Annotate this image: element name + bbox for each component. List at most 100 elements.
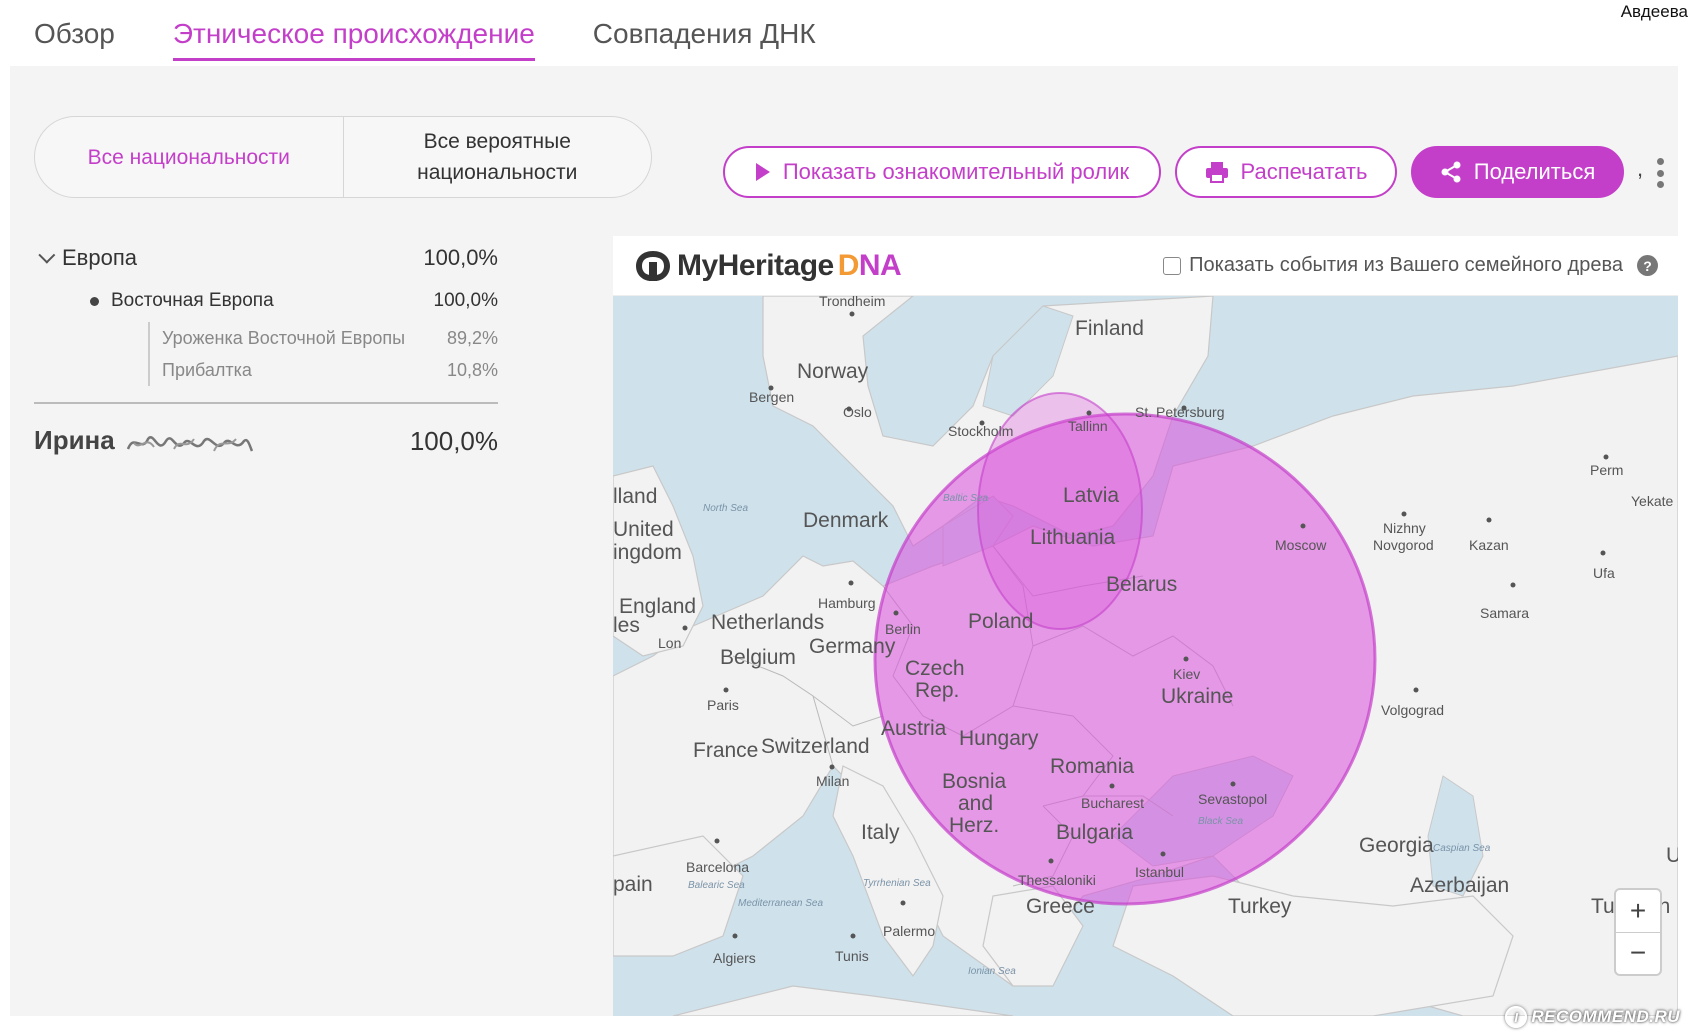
map-label-country: Belarus [1106, 573, 1177, 596]
breakdown-label: Прибалтка [162, 359, 252, 380]
share-button[interactable]: Поделиться [1411, 146, 1624, 198]
map-label-city: Yekate [1631, 493, 1674, 509]
map-label-country: Bosnia [942, 770, 1007, 793]
map-label-sea: North Sea [703, 503, 748, 514]
filter-probable-ethnicities[interactable]: Все вероятные национальности [344, 117, 652, 197]
user-name: Авдеева [1620, 2, 1688, 21]
ethnicity-filter-toggle: Все национальности Все вероятные национа… [34, 116, 652, 198]
subregion-breakdown: Уроженка Восточной Европы 89,2% Прибалтк… [148, 322, 498, 386]
region-label: Европа [62, 245, 137, 270]
logo-dna-text: DNA [837, 248, 902, 282]
zoom-out-button[interactable]: − [1616, 933, 1660, 975]
map-label-country: Herz. [949, 814, 999, 837]
map-label-country: Tu [1591, 895, 1615, 918]
map-label-sea: Caspian Sea [1433, 843, 1491, 854]
map-label-country: Denmark [803, 509, 889, 532]
breakdown-row: Уроженка Восточной Европы 89,2% [162, 322, 498, 354]
show-intro-video-button[interactable]: Показать ознакомительный ролик [723, 146, 1161, 198]
map-label-country: France [693, 739, 758, 762]
map-label-country: Rep. [915, 679, 959, 702]
tab-dna-matches[interactable]: Совпадения ДНК [593, 18, 816, 61]
map-label-sea: Baltic Sea [943, 493, 988, 504]
ethnicity-breakdown: Европа 100,0% Восточная Европа 100,0% Ур… [34, 240, 498, 468]
tree-events-label: Показать события из Вашего семейного дре… [1189, 254, 1623, 276]
map-label-country: Belgium [720, 646, 796, 669]
chevron-down-icon[interactable] [38, 246, 56, 264]
breakdown-value: 10,8% [446, 359, 498, 380]
map-label-country: Georgia [1359, 834, 1434, 857]
play-icon [755, 163, 770, 181]
map-label-country: Netherlands [711, 611, 824, 634]
map-label-sea: Balearic Sea [688, 880, 745, 891]
main-tabs: Обзор Этническое происхождение Совпадени… [34, 18, 816, 61]
map-label-city: Tallinn [1068, 418, 1108, 434]
share-icon [1441, 161, 1461, 183]
map-label-country: Czech [905, 657, 965, 680]
map-label-country: Bulgaria [1056, 821, 1133, 844]
map-label-country: Greece [1026, 895, 1095, 918]
map-label-city: Berlin [885, 621, 921, 637]
map-label-country: Lithuania [1030, 526, 1116, 549]
watermark-text: RECOMMEND.RU [1531, 1007, 1680, 1026]
map-label-country: Italy [861, 821, 900, 844]
map-label-country: Romania [1050, 755, 1134, 778]
map-label-sea: Black Sea [1198, 816, 1243, 827]
zoom-in-button[interactable]: + [1616, 890, 1660, 933]
logo-text: MyHeritage [677, 248, 834, 282]
map-label-city: Novgorod [1373, 537, 1434, 553]
breakdown-label: Уроженка Восточной Европы [162, 327, 406, 348]
map-label-sea: Ionian Sea [968, 966, 1016, 977]
map-label-city: Barcelona [686, 859, 749, 875]
map-label-city: Paris [707, 697, 739, 713]
map-label-city: Ufa [1593, 565, 1615, 581]
filter-all-ethnicities[interactable]: Все национальности [35, 117, 343, 197]
map-label-city: Volgograd [1381, 702, 1444, 718]
map-label-country: Finland [1075, 317, 1144, 340]
map-label-city: Thessaloniki [1018, 872, 1096, 888]
map-label-city: Istanbul [1135, 864, 1184, 880]
map-label-city: Oslo [843, 404, 872, 420]
map-label-city: Samara [1480, 605, 1529, 621]
map-label-country: Latvia [1063, 484, 1119, 507]
tab-ethnicity[interactable]: Этническое происхождение [172, 18, 535, 61]
myheritage-logo-icon [636, 250, 670, 281]
ethnicity-map-card: MyHeritage DNA Показать события из Вашег… [613, 236, 1678, 1016]
map-label-country: Turkey [1228, 895, 1292, 918]
map-label-city: Bergen [749, 389, 794, 405]
map-label-sea: Mediterranean Sea [738, 898, 823, 909]
person-total-value: 100,0% [409, 425, 498, 456]
map-label-country: Azerbaijan [1410, 874, 1509, 897]
more-options-icon[interactable] [1655, 158, 1665, 188]
map-label-country: les [613, 614, 640, 637]
help-icon[interactable]: ? [1637, 255, 1658, 276]
map-label-country: Hungary [959, 727, 1039, 750]
map-label-country: United [613, 518, 674, 541]
redacted-surname-scribble [126, 435, 254, 452]
watermark-icon: I [1505, 1006, 1528, 1028]
tree-events-checkbox[interactable] [1163, 256, 1182, 275]
map-label-city: Bucharest [1081, 795, 1144, 811]
map-label-country: pain [613, 873, 653, 896]
myheritage-logo: MyHeritage DNA [633, 248, 902, 284]
map-label-sea: Tyrrhenian Sea [863, 878, 931, 889]
map-zoom-controls: + − [1614, 888, 1662, 976]
comma-text: , [1637, 156, 1644, 181]
show-intro-video-label: Показать ознакомительный ролик [782, 159, 1130, 184]
region-europe-row[interactable]: Европа 100,0% [34, 240, 498, 276]
map-label-city: Trondheim [819, 296, 885, 309]
map-label-country: Norway [797, 360, 869, 383]
print-label: Распечатать [1240, 159, 1368, 184]
map-label-country: Poland [968, 610, 1033, 633]
map-label-country: Ukraine [1161, 685, 1233, 708]
ethnicity-map[interactable]: North Sea Baltic Sea Black Sea Caspian S… [613, 296, 1678, 1016]
print-button[interactable]: Распечатать [1175, 146, 1397, 198]
map-label-country: lland [613, 485, 657, 508]
map-header: MyHeritage DNA Показать события из Вашег… [613, 236, 1678, 296]
subregion-row[interactable]: Восточная Европа 100,0% [34, 286, 498, 316]
map-label-city: Lon [658, 635, 681, 651]
map-label-city: Stockholm [948, 423, 1013, 439]
tab-overview[interactable]: Обзор [34, 18, 115, 61]
subregion-label: Восточная Европа [111, 290, 274, 311]
map-label-city: Nizhny [1383, 520, 1426, 536]
section-divider [34, 402, 498, 404]
